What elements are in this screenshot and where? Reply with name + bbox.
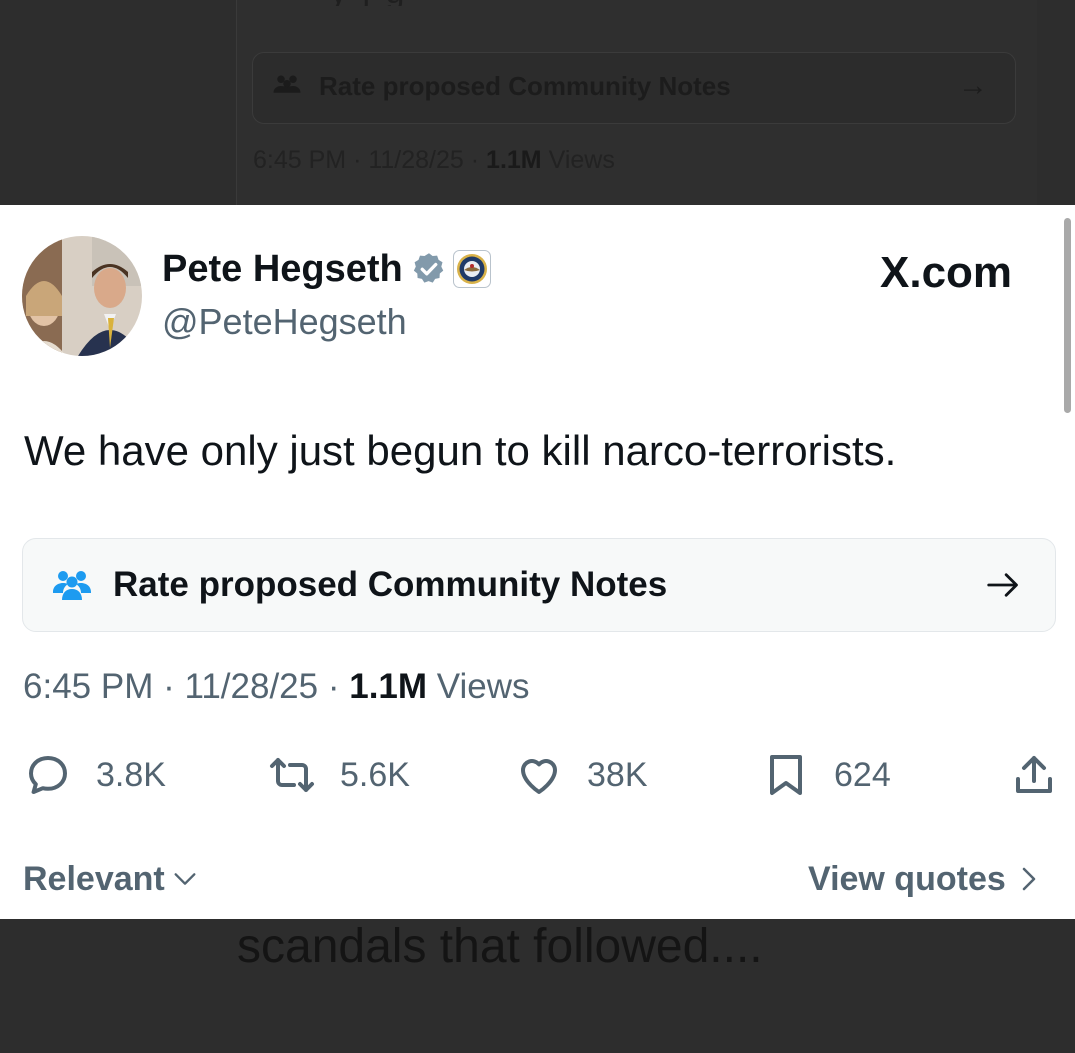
reply-button[interactable]: 3.8K <box>24 750 166 800</box>
view-quotes-label: View quotes <box>808 860 1006 898</box>
like-count: 38K <box>587 755 648 794</box>
repost-button[interactable]: 5.6K <box>268 750 410 800</box>
background-views-count: 1.1M <box>486 146 542 174</box>
background-tweet-meta: 6:45 PM · 11/28/25 · 1.1M Views <box>253 146 615 174</box>
author-handle[interactable]: @PeteHegseth <box>162 300 407 344</box>
share-icon <box>1016 756 1052 793</box>
background-time: 6:45 PM <box>253 146 347 174</box>
bookmark-count: 624 <box>834 755 891 794</box>
avatar[interactable] <box>22 236 142 356</box>
scrollbar[interactable] <box>1064 218 1071 413</box>
sort-label: Relevant <box>23 860 165 898</box>
background-partial-text: y j g <box>330 0 590 6</box>
views-label: Views <box>436 667 530 706</box>
reply-icon <box>29 756 67 794</box>
background-community-notes-icon <box>273 75 301 93</box>
chevron-down-icon <box>174 873 196 885</box>
bookmark-icon <box>770 755 802 795</box>
background-views-label: Views <box>548 146 615 174</box>
background-date: 11/28/25 <box>368 146 464 174</box>
tweet-date[interactable]: 11/28/25 <box>184 667 318 706</box>
view-quotes-link[interactable]: View quotes <box>808 856 1044 902</box>
sort-replies-dropdown[interactable]: Relevant <box>23 856 199 902</box>
background-tweet: y j g Rate proposed Community Notes → 6:… <box>0 0 1075 205</box>
repost-icon <box>270 758 314 792</box>
author-name[interactable]: Pete Hegseth <box>162 245 403 293</box>
chevron-right-icon <box>1022 867 1036 891</box>
share-button[interactable] <box>1010 750 1058 800</box>
verified-badge-icon[interactable] <box>411 251 447 287</box>
repost-count: 5.6K <box>340 755 410 794</box>
like-button[interactable]: 38K <box>515 750 648 800</box>
background-arrow-right-icon: → <box>958 69 988 102</box>
community-notes-icon <box>53 571 91 600</box>
community-notes-label: Rate proposed Community Notes <box>113 565 668 604</box>
author-row: Pete Hegseth <box>162 245 491 293</box>
caption-text: scandals that followed.... <box>237 920 763 973</box>
tweet-time[interactable]: 6:45 PM <box>23 667 153 706</box>
background-community-notes-label: Rate proposed Community Notes <box>319 71 731 101</box>
source-watermark: X.com <box>880 248 1013 297</box>
bookmark-button[interactable]: 624 <box>762 750 891 800</box>
heart-icon <box>521 759 557 794</box>
reply-count: 3.8K <box>96 755 166 794</box>
tweet-meta: 6:45 PM · 11/28/25 · 1.1M Views <box>23 667 530 706</box>
views-count: 1.1M <box>349 667 428 706</box>
arrow-right-icon <box>987 573 1018 597</box>
dod-seal-icon[interactable] <box>452 250 491 288</box>
tweet-text: We have only just begun to kill narco-te… <box>24 427 897 474</box>
